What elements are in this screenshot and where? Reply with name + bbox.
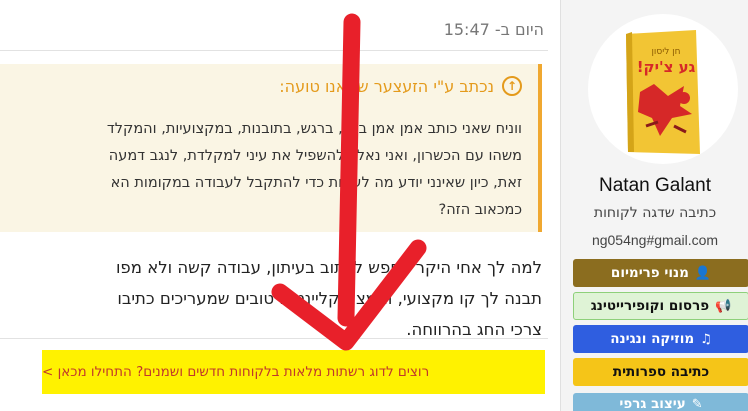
post-body: למה לך אחי היקר לחפש לכתוב בעיתון, עבודה… <box>0 252 542 345</box>
button-label: עיצוב גרפי <box>619 396 686 411</box>
quote-line: זאת, כיון שאינני יודע מה לעשות כדי להתקב… <box>110 175 522 191</box>
quote-author-label[interactable]: נכתב ע"י הזעצער שמאנו טועה: <box>279 77 494 96</box>
profile-email: ng054ng#gmail.com <box>591 232 719 248</box>
promo-link[interactable]: רוצים לדוג רשתות מלאות בלקוחות חדשים ושמ… <box>42 350 545 394</box>
button-label: כתיבה ספרותית <box>612 364 710 380</box>
quote-block: ↑ נכתב ע"י הזעצער שמאנו טועה: ווניח שאני… <box>0 64 542 232</box>
post-body-line: למה לך אחי היקר לחפש לכתוב בעיתון, עבודה… <box>115 258 542 277</box>
user-icon: 👤 <box>694 265 712 281</box>
post-timestamp: היום ב- 15:47 <box>443 20 544 39</box>
music-button[interactable]: ♫ מוזיקה ונגינה <box>573 325 748 353</box>
quote-line: משהו עם הכשרון, ואני נאלץ להשפיל את עיני… <box>108 148 522 164</box>
button-label: מוזיקה ונגינה <box>610 331 695 347</box>
button-label: פרסום וקופירייטינג <box>590 298 710 314</box>
divider <box>0 50 548 51</box>
quote-text: ווניח שאני כותב אמן אמן בכל, ברגש, בתובנ… <box>0 116 522 224</box>
pencil-icon: ✎ <box>691 396 703 411</box>
megaphone-icon: 📢 <box>715 298 732 314</box>
quote-line: כמכאוב הזה? <box>438 202 522 218</box>
book-title: גע צ'יק! <box>637 58 696 76</box>
post-body-line: תבנה לך קו מקצועי, ותמצא קליינטים טובים … <box>117 289 542 308</box>
quote-header[interactable]: ↑ נכתב ע"י הזעצער שמאנו טועה: <box>279 76 522 96</box>
profile-name[interactable]: Natan Galant <box>561 175 748 197</box>
literary-writing-button[interactable]: כתיבה ספרותית <box>573 358 748 386</box>
post-body-line: צרכי החג בהרווחה. <box>406 320 542 339</box>
music-note-icon: ♫ <box>700 331 712 347</box>
button-label: מנוי פרימיום <box>610 265 689 281</box>
book-author: חן ליסון <box>651 47 680 57</box>
graphic-design-button[interactable]: ✎ עיצוב גרפי <box>573 393 748 411</box>
avatar[interactable]: חן ליסון גע צ'יק! <box>588 14 738 164</box>
arrow-up-circle-icon[interactable]: ↑ <box>502 76 522 96</box>
profile-sidebar: חן ליסון גע צ'יק! Natan Galant כתיבה שדג… <box>560 0 748 411</box>
quote-line: ווניח שאני כותב אמן אמן בכל, ברגש, בתובנ… <box>106 121 522 137</box>
post-panel: היום ב- 15:47 ↑ נכתב ע"י הזעצער שמאנו טו… <box>0 0 560 411</box>
divider <box>0 338 548 339</box>
premium-subscription-button[interactable]: 👤 מנוי פרימיום <box>573 259 748 287</box>
profile-tagline: כתיבה שדגה לקוחות <box>593 205 717 221</box>
book-cover-image: חן ליסון גע צ'יק! <box>626 30 700 154</box>
advertising-copywriting-button[interactable]: 📢 פרסום וקופירייטינג <box>573 292 748 320</box>
